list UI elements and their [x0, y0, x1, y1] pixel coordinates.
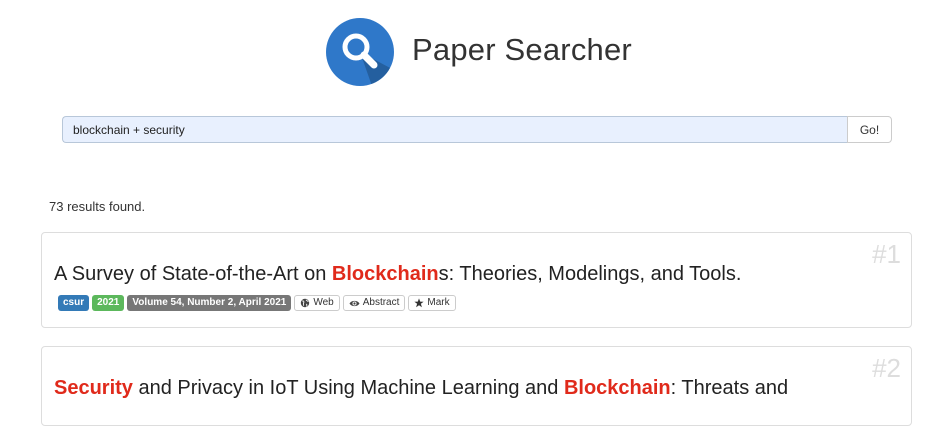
- app-title: Paper Searcher: [412, 32, 632, 67]
- title-highlight: Blockchain: [563, 377, 671, 399]
- year-badge: 2021: [92, 295, 125, 311]
- title-text: : Threats and: [670, 377, 789, 399]
- title-text: s: Theories, Modelings, and Tools.: [438, 263, 742, 285]
- go-button[interactable]: Go!: [847, 116, 892, 143]
- title-highlight: Blockchain: [331, 263, 439, 285]
- title-text: and Privacy in IoT Using Machine Learnin…: [132, 377, 564, 399]
- header: Paper Searcher: [0, 0, 944, 100]
- abstract-button[interactable]: Abstract: [342, 295, 406, 311]
- result-rank: #2: [872, 353, 901, 383]
- results-count: 73 results found.: [49, 199, 146, 214]
- web-label: Web: [313, 297, 334, 308]
- venue-badge: csur: [58, 295, 90, 311]
- search-bar: Go!: [62, 116, 892, 145]
- result-rank: #1: [872, 239, 901, 269]
- search-input[interactable]: [62, 116, 847, 143]
- eye-icon: [349, 300, 360, 306]
- web-button[interactable]: Web: [294, 295, 340, 311]
- volume-badge: Volume 54, Number 2, April 2021: [127, 295, 292, 311]
- result-title-link[interactable]: Security and Privacy in IoT Using Machin…: [54, 377, 788, 400]
- result-meta: csur 2021 Volume 54, Number 2, April 202…: [58, 295, 456, 312]
- star-icon: [414, 298, 425, 308]
- title-text: A Survey of State-of-the-Art on: [54, 263, 332, 285]
- mark-label: Mark: [427, 297, 450, 308]
- title-highlight: Security: [54, 377, 133, 399]
- magnifier-icon: [326, 18, 394, 86]
- result-title-link[interactable]: A Survey of State-of-the-Art on Blockcha…: [54, 263, 741, 286]
- mark-button[interactable]: Mark: [408, 295, 456, 311]
- result-card: #2 Security and Privacy in IoT Using Mac…: [41, 346, 912, 426]
- globe-icon: [301, 298, 310, 308]
- result-card: #1 A Survey of State-of-the-Art on Block…: [41, 232, 912, 328]
- abstract-label: Abstract: [362, 297, 400, 308]
